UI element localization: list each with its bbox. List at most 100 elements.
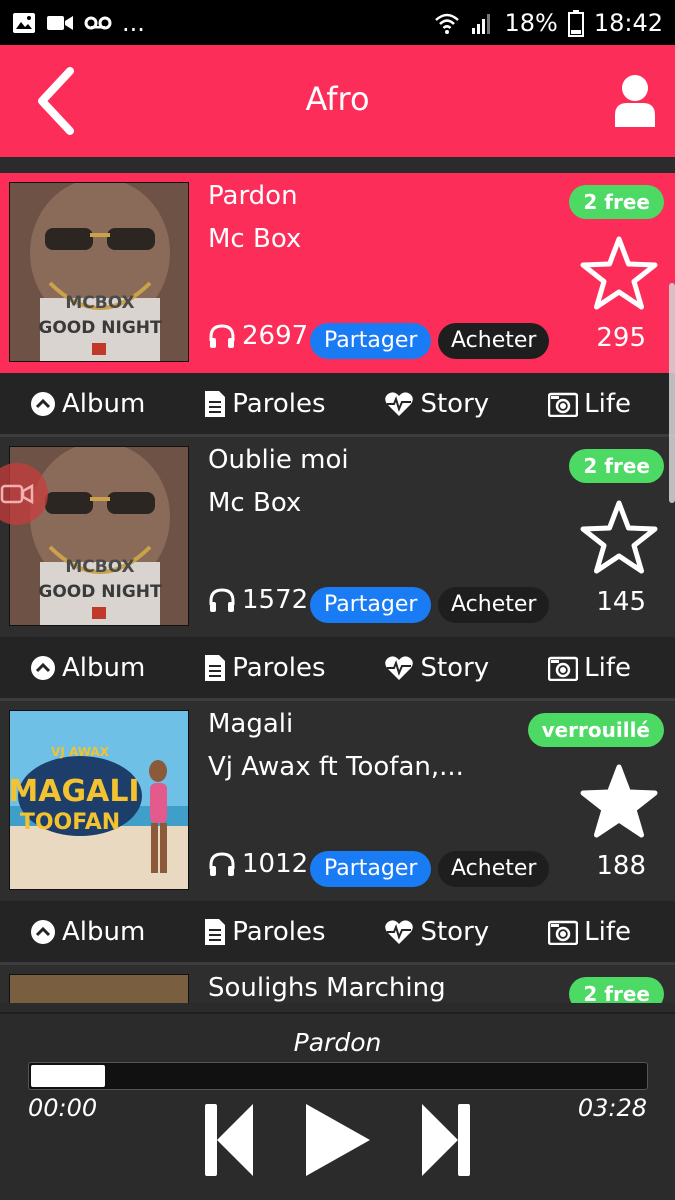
skip-previous-icon [205,1104,253,1176]
buy-button[interactable]: Acheter [438,851,550,887]
play-count: 1012 [208,849,308,879]
album-action[interactable]: Album [30,917,145,947]
image-icon [12,12,36,34]
chevron-up-circle-icon [31,919,55,944]
svg-text:VJ AWAX: VJ AWAX [51,745,110,759]
page-title: Afro [305,80,370,118]
svg-text:GOOD NIGHT: GOOD NIGHT [38,318,162,338]
clock: 18:42 [593,8,663,37]
wifi-icon [434,11,460,35]
song-item[interactable]: MCBOX GOOD NIGHT Pardon Mc Box 2 free 26… [0,173,675,437]
status-badge: verrouillé [527,713,664,747]
song-artist: Vj Awax ft Toofan,... [208,752,464,782]
star-filled-icon [580,764,658,838]
play-count-value: 1012 [242,849,309,879]
buy-button[interactable]: Acheter [438,587,550,623]
song-title: Soulighs Marching [208,973,446,1003]
progress-fill [31,1065,106,1087]
share-button[interactable]: Partager [310,323,432,359]
song-item[interactable]: MAGALI TOOFAN VJ AWAX Magali Vj Awax ft … [0,701,675,965]
voicemail-icon [84,15,112,31]
status-more: ... [122,8,145,37]
app-header: Afro [0,45,675,157]
life-action[interactable]: Life [548,917,631,947]
favorite-button[interactable] [579,763,659,841]
header-divider [0,157,675,173]
document-icon [205,390,226,417]
svg-text:TOOFAN: TOOFAN [20,810,120,835]
play-button[interactable] [304,1102,372,1182]
app-screen: ... 18% 18:42 Afro MCBOX GOOD NIGHT Pard… [0,0,675,1200]
album-action[interactable]: Album [30,653,145,683]
play-count-value: 1572 [242,585,309,615]
lyrics-action[interactable]: Paroles [204,388,326,419]
camera-icon [548,656,579,681]
status-badge: 2 free [569,449,664,483]
now-playing-title: Pardon [293,1028,382,1057]
share-button[interactable]: Partager [310,851,432,887]
like-count: 295 [596,323,646,353]
previous-button[interactable] [203,1102,255,1182]
skip-next-icon [422,1104,470,1176]
favorite-button[interactable] [579,235,659,313]
song-actions-bar: Album Paroles Story Life [0,901,675,965]
battery-percent: 18% [504,8,558,37]
status-badge: 2 free [569,185,664,219]
album-label: Album [62,652,146,683]
svg-text:MAGALI: MAGALI [10,774,140,809]
headphones-icon [209,324,235,348]
current-time: 00:00 [28,1094,98,1122]
album-label: Album [62,916,146,947]
life-action[interactable]: Life [548,653,631,683]
video-camera-icon [0,483,34,505]
story-action[interactable]: Story [384,917,489,947]
album-cover[interactable]: MAGALI TOOFAN VJ AWAX [9,710,189,890]
album-cover[interactable]: MCBOX GOOD NIGHT [9,182,189,362]
song-title: Pardon [208,181,298,211]
story-action[interactable]: Story [384,389,489,419]
lyrics-action[interactable]: Paroles [204,917,326,947]
svg-text:MCBOX: MCBOX [65,557,134,577]
buy-button[interactable]: Acheter [438,323,550,359]
next-button[interactable] [420,1102,472,1182]
chevron-up-circle-icon [31,391,55,416]
heartbeat-icon [385,391,414,416]
progress-bar[interactable] [28,1062,648,1090]
story-label: Story [420,652,490,683]
share-button[interactable]: Partager [310,587,432,623]
camera-icon [548,392,579,417]
profile-button[interactable] [613,73,657,129]
life-action[interactable]: Life [548,389,631,419]
user-icon [615,75,655,127]
album-action[interactable]: Album [30,389,145,419]
story-action[interactable]: Story [384,653,489,683]
video-icon [46,13,74,33]
play-count-value: 2697 [242,321,309,351]
song-item[interactable]: Soulighs Marching 2 free [0,965,675,1003]
status-badge: 2 free [569,977,664,1003]
audio-player: Pardon 00:00 03:28 [0,1012,675,1200]
song-title: Oublie moi [208,445,349,475]
favorite-button[interactable] [579,499,659,577]
lyrics-label: Paroles [232,388,326,419]
scrollbar[interactable] [669,283,675,503]
document-icon [205,918,226,945]
song-item[interactable]: MCBOX GOOD NIGHT Oublie moi Mc Box 2 fre… [0,437,675,701]
song-list[interactable]: MCBOX GOOD NIGHT Pardon Mc Box 2 free 26… [0,173,675,1003]
song-artist: Mc Box [208,488,302,518]
star-outline-icon [580,236,658,310]
album-cover[interactable] [9,974,189,1003]
story-label: Story [420,916,490,947]
document-icon [205,654,226,681]
life-label: Life [584,916,631,947]
chevron-up-circle-icon [31,655,55,680]
signal-icon [470,11,494,35]
story-label: Story [420,388,490,419]
heartbeat-icon [385,655,414,680]
lyrics-action[interactable]: Paroles [204,653,326,683]
like-count: 145 [596,587,646,617]
like-count: 188 [596,851,646,881]
svg-text:MCBOX: MCBOX [65,293,134,313]
life-label: Life [584,652,631,683]
play-count: 2697 [208,321,308,351]
